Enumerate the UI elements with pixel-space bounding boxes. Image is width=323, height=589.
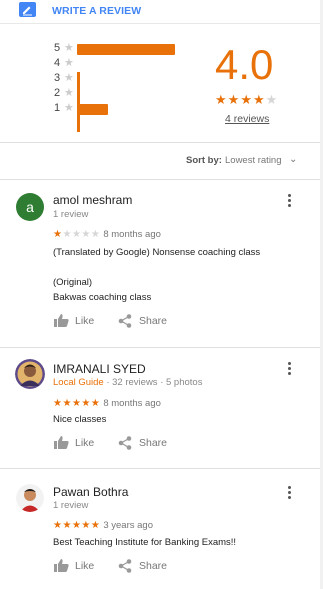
thumbs-up-icon [54, 314, 69, 327]
thumbs-up-icon [54, 436, 69, 449]
star-icon: ★ [90, 229, 101, 240]
review-text: Best Teaching Institute for Banking Exam… [53, 537, 237, 548]
histogram-row: 2 ★ [54, 87, 194, 101]
star-icon: ★ [90, 398, 101, 409]
star-icon: ★ [265, 92, 279, 107]
star-icon: ★ [62, 229, 72, 240]
review-star-rating: ★★★★★ [53, 229, 100, 240]
avatar[interactable] [16, 484, 44, 512]
review-star-rating: ★★★★★ [53, 520, 100, 531]
share-icon [118, 559, 132, 573]
avatar[interactable]: a [16, 193, 44, 221]
star-icon: ★ [252, 92, 266, 107]
reviewer-stats: · 32 reviews · 5 photos [106, 377, 203, 388]
reviewer-name[interactable]: amol meshram [53, 193, 132, 207]
review-text: Nice classes [53, 414, 107, 425]
histogram-connector [77, 72, 80, 132]
more-options-icon[interactable] [284, 193, 294, 211]
star-icon: ★ [64, 102, 74, 114]
reviewer-name[interactable]: IMRANALI SYED [53, 362, 146, 376]
sort-dropdown[interactable]: Lowest rating [225, 155, 282, 166]
star-icon: ★ [81, 520, 91, 531]
histogram-row: 5 ★ [54, 42, 194, 56]
star-icon: ★ [215, 92, 228, 107]
reviewer-name[interactable]: Pawan Bothra [53, 485, 128, 499]
review-item: IMRANALI SYED Local Guide · 32 reviews ·… [0, 349, 323, 469]
local-guide-badge: Local Guide [53, 377, 104, 388]
star-icon: ★ [64, 87, 74, 99]
review-text-translated: (Translated by Google) Nonsense coaching… [53, 247, 261, 258]
reviews-count-link[interactable]: 4 reviews [225, 113, 269, 125]
reviewer-meta: Local Guide · 32 reviews · 5 photos [53, 377, 202, 388]
review-stars: ★★★★★ 8 months ago [53, 229, 161, 240]
rating-summary: 5 ★ 4 ★ 3 ★ 2 ★ 1 ★ 4.0 ★★★★★ 4 reviews [0, 25, 323, 143]
histogram-star-level: 1 [54, 102, 61, 114]
histogram-star-level: 4 [54, 57, 61, 69]
star-icon: ★ [62, 520, 72, 531]
star-icon: ★ [71, 520, 82, 531]
histogram-track [77, 104, 175, 115]
review-time: 8 months ago [103, 229, 161, 240]
star-icon: ★ [64, 57, 74, 69]
review-text-original-label: (Original) [53, 277, 93, 288]
histogram-star-level: 5 [54, 42, 61, 54]
write-review-bar[interactable]: WRITE A REVIEW [0, 0, 323, 24]
star-icon: ★ [90, 520, 101, 531]
share-icon [118, 436, 132, 450]
more-options-icon[interactable] [284, 485, 294, 503]
review-item: Pawan Bothra 1 review ★★★★★ 3 years ago B… [0, 470, 323, 589]
star-icon: ★ [227, 92, 241, 107]
review-star-rating: ★★★★★ [53, 398, 100, 409]
share-icon [118, 314, 132, 328]
more-options-icon[interactable] [284, 361, 294, 379]
histogram-row: 3 ★ [54, 72, 194, 86]
star-icon: ★ [64, 42, 74, 54]
histogram-row: 1 ★ [54, 102, 194, 116]
thumbs-up-icon [54, 559, 69, 572]
reviewer-meta: 1 review [53, 500, 89, 511]
review-stars: ★★★★★ 3 years ago [53, 520, 153, 531]
review-time: 3 years ago [103, 520, 153, 531]
star-icon: ★ [240, 92, 253, 107]
histogram-bar [77, 104, 108, 115]
histogram-row: 4 ★ [54, 57, 194, 71]
histogram-star-level: 2 [54, 87, 61, 99]
chevron-down-icon[interactable]: ⌄ [289, 154, 297, 165]
star-icon: ★ [71, 229, 82, 240]
histogram-track [77, 89, 175, 100]
sort-label: Sort by: [186, 155, 222, 166]
write-review-button[interactable]: WRITE A REVIEW [52, 5, 141, 17]
histogram-track [77, 44, 175, 55]
review-item: a amol meshram 1 review ★★★★★ 8 months ag… [0, 181, 323, 348]
star-icon: ★ [62, 398, 72, 409]
histogram-star-level: 3 [54, 72, 61, 84]
histogram-bar [77, 44, 175, 55]
review-time: 8 months ago [103, 398, 161, 409]
star-icon: ★ [64, 72, 74, 84]
edit-icon [19, 2, 36, 17]
sort-bar: Sort by: Lowest rating ⌄ [0, 144, 323, 180]
star-icon: ★ [71, 398, 82, 409]
average-rating: 4.0 [215, 41, 274, 88]
histogram-track [77, 59, 175, 70]
reviewer-meta: 1 review [53, 209, 89, 220]
avatar[interactable] [15, 359, 45, 389]
star-icon: ★ [81, 229, 91, 240]
average-stars: ★★★★★ [215, 92, 278, 108]
histogram-track [77, 74, 175, 85]
review-stars: ★★★★★ 8 months ago [53, 398, 161, 409]
review-text-original: Bakwas coaching class [53, 292, 152, 303]
star-icon: ★ [81, 398, 91, 409]
